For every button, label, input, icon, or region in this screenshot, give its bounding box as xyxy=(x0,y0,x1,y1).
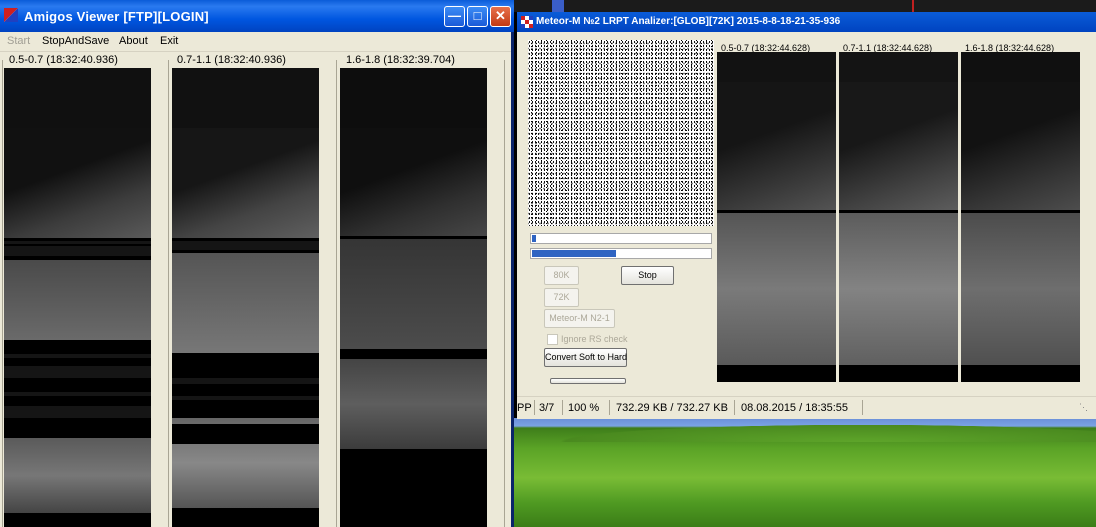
analyzer-title-bar[interactable]: Meteor-M №2 LRPT Analizer:[GLOB][72K] 20… xyxy=(517,12,1096,32)
minimize-button[interactable]: — xyxy=(444,6,465,27)
rate-80k-button[interactable]: 80K xyxy=(544,266,579,285)
analyzer-image-channel-1 xyxy=(717,52,836,382)
stop-button[interactable]: Stop xyxy=(621,266,674,285)
close-button[interactable]: ✕ xyxy=(490,6,511,27)
signal-progress-bar xyxy=(530,233,712,244)
constellation-diagram xyxy=(528,40,714,226)
checkbox-box[interactable] xyxy=(547,334,558,346)
lrpt-analyzer-window: Meteor-M №2 LRPT Analizer:[GLOB][72K] 20… xyxy=(517,12,1096,419)
status-frames: 3/7 xyxy=(539,402,555,414)
status-percent: 100 % xyxy=(568,402,600,414)
analyzer-app-icon xyxy=(521,16,533,28)
rate-72k-button[interactable]: 72K xyxy=(544,288,579,307)
satellite-image-channel-2 xyxy=(172,68,319,527)
extra-button[interactable] xyxy=(550,378,626,384)
close-icon: ✕ xyxy=(495,8,506,23)
decode-progress-fill xyxy=(532,250,616,257)
status-mode: PP xyxy=(517,402,532,414)
menu-stop-and-save[interactable]: StopAndSave xyxy=(42,35,109,47)
minimize-icon: — xyxy=(448,8,461,23)
desktop-wallpaper xyxy=(512,418,1096,527)
analyzer-title: Meteor-M №2 LRPT Analizer:[GLOB][72K] 20… xyxy=(536,16,841,27)
desktop-highlight xyxy=(552,0,564,12)
viewer-panel-label: 1.6-1.8 (18:32:39.704) xyxy=(346,54,455,66)
resize-grip-icon[interactable]: ⋱ xyxy=(1079,402,1088,413)
viewer-panel-label: 0.5-0.7 (18:32:40.936) xyxy=(9,54,118,66)
satellite-image-channel-3 xyxy=(340,68,487,527)
ignore-rs-label: Ignore RS check xyxy=(561,334,628,344)
desktop-marker xyxy=(912,0,914,12)
menu-exit[interactable]: Exit xyxy=(160,35,178,47)
maximize-icon: □ xyxy=(473,8,482,23)
analyzer-image-channel-2 xyxy=(839,52,958,382)
signal-progress-fill xyxy=(532,235,536,242)
viewer-menu-bar: Start StopAndSave About Exit xyxy=(0,32,511,52)
decode-progress-bar xyxy=(530,248,712,259)
satellite-select-button[interactable]: Meteor-M N2-1 xyxy=(544,309,615,328)
viewer-title-bar[interactable]: Amigos Viewer [FTP][LOGIN] — □ ✕ xyxy=(0,0,514,32)
status-datetime: 08.08.2015 / 18:35:55 xyxy=(741,402,849,414)
status-size: 732.29 KB / 732.27 KB xyxy=(616,402,728,414)
viewer-title: Amigos Viewer [FTP][LOGIN] xyxy=(24,9,209,24)
amigos-viewer-window: Amigos Viewer [FTP][LOGIN] — □ ✕ Start S… xyxy=(0,0,514,527)
ignore-rs-checkbox[interactable]: Ignore RS check xyxy=(547,334,628,346)
app-logo-icon xyxy=(4,8,18,22)
viewer-panel-label: 0.7-1.1 (18:32:40.936) xyxy=(177,54,286,66)
desktop-top-strip xyxy=(512,0,1096,12)
menu-start[interactable]: Start xyxy=(7,35,30,47)
analyzer-image-channel-3 xyxy=(961,52,1080,382)
satellite-image-channel-1 xyxy=(4,68,151,527)
status-bar: PP 3/7 100 % 732.29 KB / 732.27 KB 08.08… xyxy=(517,396,1096,419)
menu-about[interactable]: About xyxy=(119,35,148,47)
convert-soft-to-hard-button[interactable]: Convert Soft to Hard xyxy=(544,348,627,367)
maximize-button[interactable]: □ xyxy=(467,6,488,27)
